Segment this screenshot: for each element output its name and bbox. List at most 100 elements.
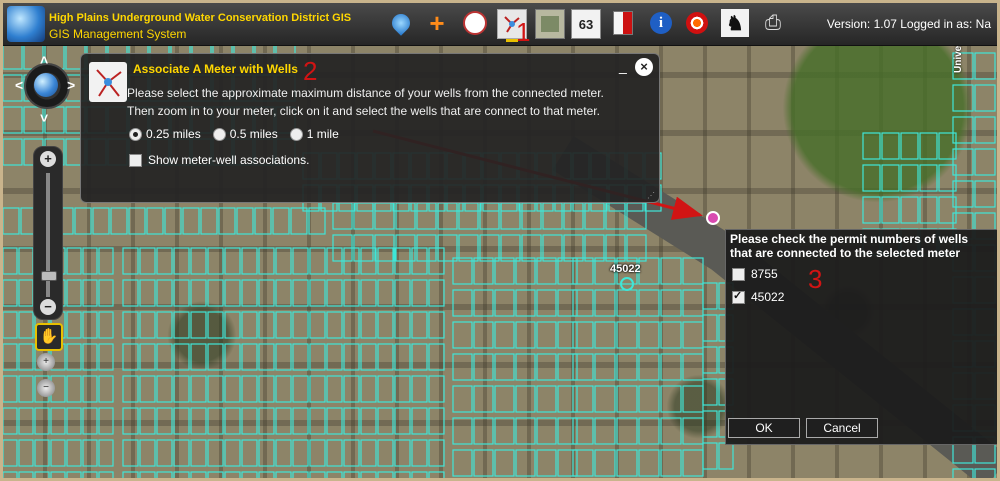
parcel-outline (66, 279, 82, 307)
pan-right-icon[interactable]: ˃ (67, 78, 75, 92)
checkbox[interactable] (732, 289, 745, 304)
pan-down-icon[interactable]: ˅ (40, 111, 48, 125)
well-marker[interactable] (620, 277, 634, 291)
zoom-out-tool-icon[interactable]: − (37, 379, 55, 397)
parcel-outline (3, 407, 18, 435)
cancel-button[interactable]: Cancel (806, 418, 878, 438)
parcel-outline (66, 375, 82, 403)
parcel-outline (275, 439, 292, 467)
parcel-outline (66, 311, 82, 339)
parcel-outline (343, 279, 360, 307)
parcel-outline (594, 353, 616, 381)
parcel-outline (360, 279, 377, 307)
minimize-button[interactable]: _ (619, 58, 627, 74)
radio-05-miles[interactable]: 0.5 miles (212, 127, 278, 141)
zoom-in-tool-icon[interactable]: + (37, 353, 55, 371)
meter-marker[interactable] (706, 211, 720, 225)
parcel-outline (343, 439, 360, 467)
ok-button[interactable]: OK (728, 418, 800, 438)
radio-button[interactable] (129, 127, 142, 141)
print-icon[interactable]: ⎙ (759, 9, 787, 37)
resize-grip-icon[interactable]: ⋰ (647, 191, 655, 200)
gauge-icon[interactable] (461, 9, 489, 37)
add-icon[interactable]: + (423, 8, 451, 38)
person-icon[interactable]: ♞ (721, 9, 749, 37)
parcel-outline (458, 202, 479, 230)
parcel-outline (638, 385, 660, 413)
label-63-icon[interactable]: 63 (571, 9, 601, 39)
radio-button[interactable] (212, 127, 226, 141)
parcel-outline (98, 439, 114, 467)
parcel-outline (881, 132, 900, 160)
parcel-outline (224, 375, 241, 403)
annotation-3: 3 (808, 264, 823, 294)
parcel-outline (702, 346, 718, 374)
parcel-outline (326, 439, 343, 467)
parcel-outline (173, 439, 190, 467)
target-icon[interactable] (683, 9, 711, 37)
checkbox[interactable] (129, 153, 142, 167)
parcel-outline (275, 247, 292, 275)
parcel-outline (862, 196, 881, 224)
parcel-outline (156, 311, 173, 339)
permit-item-8755[interactable]: 8755 (732, 267, 778, 281)
parcel-outline (515, 257, 536, 285)
parcel-outline (974, 180, 996, 208)
zoom-out-button[interactable]: − (40, 299, 56, 315)
parcel-outline (377, 407, 394, 435)
parcel-outline (309, 375, 326, 403)
parcel-outline (682, 321, 704, 349)
parcel-outline (82, 407, 98, 435)
parcel-outline (616, 385, 638, 413)
status-text: Version: 1.07 Logged in as: Na (826, 17, 991, 31)
checkbox[interactable] (732, 267, 745, 281)
water-drop-icon[interactable] (387, 9, 415, 37)
parcel-outline (190, 279, 207, 307)
pan-left-icon[interactable]: ˂ (15, 78, 23, 92)
parcel-outline (200, 207, 218, 235)
permit-item-45022[interactable]: 45022 (732, 289, 784, 304)
parcel-outline (616, 417, 638, 445)
parcel-outline (290, 207, 308, 235)
info-icon[interactable]: i (647, 9, 675, 37)
parcel-outline (660, 449, 682, 477)
book-icon[interactable] (609, 9, 637, 37)
pan-up-icon[interactable]: ˄ (40, 53, 48, 67)
zoom-thumb[interactable] (41, 271, 57, 281)
globe-icon[interactable] (34, 73, 58, 97)
zoom-in-button[interactable]: + (40, 151, 56, 167)
parcel-outline (207, 279, 224, 307)
radio-025-miles[interactable]: 0.25 miles (129, 127, 201, 141)
parcel-outline (207, 375, 224, 403)
pan-control[interactable]: ˄ ˂ ˃ ˅ (15, 53, 77, 139)
parcel-outline (309, 407, 326, 435)
parcel-outline (572, 321, 594, 349)
show-associations-checkbox[interactable]: Show meter-well associations. (129, 153, 309, 167)
parcel-outline (66, 471, 82, 478)
parcel-outline (146, 207, 164, 235)
parcel-outline (515, 321, 536, 349)
parcel-outline (377, 439, 394, 467)
parcel-outline (377, 375, 394, 403)
zoom-slider[interactable]: + − (33, 146, 63, 320)
radio-1-mile[interactable]: 1 mile (289, 127, 339, 141)
parcel-outline (682, 385, 704, 413)
parcel-outline (18, 311, 34, 339)
parcel-outline (542, 234, 563, 262)
parcel-outline (394, 343, 411, 371)
parcel-outline (919, 132, 938, 160)
parcel-outline (122, 471, 139, 478)
map-icon[interactable] (535, 9, 565, 39)
parcel-outline (326, 407, 343, 435)
radio-button[interactable] (289, 127, 303, 141)
parcel-outline (258, 343, 275, 371)
parcel-outline (682, 289, 704, 317)
parcel-outline (173, 407, 190, 435)
parcel-outline (50, 407, 66, 435)
pan-hand-icon[interactable]: ✋ (35, 323, 63, 351)
parcel-outline (139, 439, 156, 467)
parcel-outline (190, 439, 207, 467)
parcel-outline (156, 471, 173, 478)
close-button[interactable]: × (635, 58, 653, 76)
parcel-outline (254, 207, 272, 235)
